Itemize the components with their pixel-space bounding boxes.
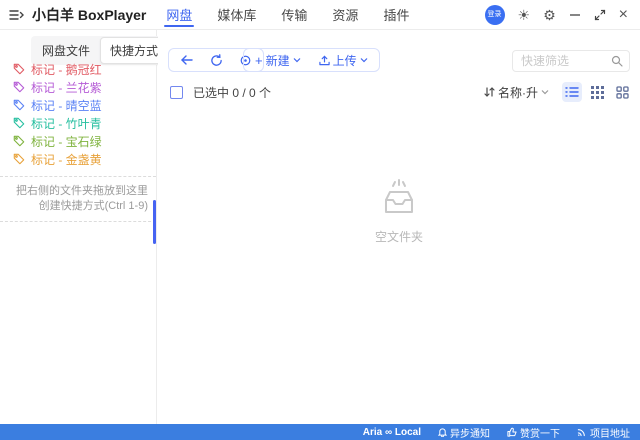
empty-folder-label: 空文件夹: [375, 228, 423, 245]
tag-label: 标记 - 竹叶青: [31, 115, 102, 132]
tag-item-green[interactable]: 标记 - 宝石绿: [0, 132, 156, 150]
collapse-sidebar-icon[interactable]: [4, 0, 30, 30]
sidebar: 网盘文件 快捷方式 标记 - 鹅冠红 标记 - 兰花紫 标记 - 晴空蓝 标记 …: [0, 30, 157, 424]
view-large-grid-button[interactable]: [612, 82, 632, 102]
selection-count: 已选中 0 / 0 个: [193, 84, 271, 101]
view-controls: 名称·升: [484, 82, 632, 102]
bell-icon: [438, 427, 447, 437]
theme-sun-icon[interactable]: ☀: [518, 8, 531, 22]
chevron-down-icon: [293, 57, 301, 63]
appreciate-icon: [507, 427, 517, 437]
sort-control[interactable]: 名称·升: [484, 84, 549, 101]
aria-local-status[interactable]: Aria ∞ Local: [363, 427, 421, 438]
tag-icon: [13, 117, 25, 129]
tag-label: 标记 - 鹅冠红: [31, 61, 102, 78]
window-controls: 登录 ☀ ⚙ ×: [485, 5, 640, 25]
new-button-label: 新建: [266, 52, 290, 69]
sort-arrows-icon: [484, 86, 495, 98]
quick-filter-input[interactable]: [513, 54, 611, 68]
nav-tab-resources[interactable]: 资源: [330, 0, 360, 30]
tag-icon: [13, 135, 25, 147]
tag-label: 标记 - 宝石绿: [31, 133, 102, 150]
new-button[interactable]: + 新建: [255, 52, 301, 69]
async-notify-link[interactable]: 异步通知: [438, 425, 490, 440]
settings-gear-icon[interactable]: ⚙: [543, 8, 556, 22]
tag-icon: [13, 63, 25, 75]
back-icon[interactable]: [180, 54, 194, 66]
sort-label: 名称·升: [498, 84, 538, 101]
shortcut-dropzone[interactable]: 把右侧的文件夹拖放到这里 创建快捷方式(Ctrl 1-9): [0, 176, 156, 222]
nav-tab-plugins[interactable]: 插件: [381, 0, 411, 30]
close-icon[interactable]: ×: [619, 7, 628, 23]
tag-item-yellow[interactable]: 标记 - 金盏黄: [0, 150, 156, 168]
dropzone-line1: 把右侧的文件夹拖放到这里: [0, 184, 148, 199]
project-site-label: 项目地址: [590, 425, 630, 440]
view-list-button[interactable]: [562, 82, 582, 102]
tag-label: 标记 - 晴空蓝: [31, 97, 102, 114]
sidebar-scrollbar-thumb[interactable]: [153, 200, 156, 244]
nav-tab-transfer[interactable]: 传输: [279, 0, 309, 30]
view-small-grid-button[interactable]: [587, 82, 607, 102]
large-grid-view-icon: [616, 86, 629, 99]
small-grid-view-icon: [591, 86, 604, 99]
project-site-link[interactable]: 项目地址: [577, 425, 630, 440]
login-button[interactable]: 登录: [485, 5, 505, 25]
tag-label: 标记 - 金盏黄: [31, 151, 102, 168]
file-panel: + 新建 上传 已选中 0 / 0 个 名称·升: [158, 30, 640, 424]
nav-tab-netdisk[interactable]: 网盘: [164, 0, 194, 30]
minimize-icon[interactable]: [569, 9, 581, 21]
titlebar: 小白羊 BoxPlayer 网盘 媒体库 传输 资源 插件 登录 ☀ ⚙ ×: [0, 0, 640, 30]
chevron-down-icon: [541, 89, 549, 95]
tag-icon: [13, 99, 25, 111]
async-notify-label: 异步通知: [450, 425, 490, 440]
app-title: 小白羊 BoxPlayer: [32, 5, 146, 25]
upload-button[interactable]: 上传: [319, 52, 368, 69]
tag-item-teal[interactable]: 标记 - 竹叶青: [0, 114, 156, 132]
aria-local-label: Aria ∞ Local: [363, 427, 421, 438]
empty-folder-icon: [378, 178, 420, 218]
main-nav: 网盘 媒体库 传输 资源 插件: [164, 0, 411, 30]
tag-item-blue[interactable]: 标记 - 晴空蓝: [0, 96, 156, 114]
list-view-icon: [565, 86, 579, 98]
quick-filter: [512, 50, 630, 72]
upload-button-label: 上传: [333, 52, 357, 69]
tag-item-red[interactable]: 标记 - 鹅冠红: [0, 60, 156, 78]
create-tool-group: + 新建 上传: [243, 48, 380, 72]
chevron-down-icon: [360, 57, 368, 63]
tag-list: 标记 - 鹅冠红 标记 - 兰花紫 标记 - 晴空蓝 标记 - 竹叶青 标记 -…: [0, 60, 156, 168]
select-all-checkbox[interactable]: [170, 86, 183, 99]
nav-tab-media-library[interactable]: 媒体库: [215, 0, 258, 30]
dropzone-line2: 创建快捷方式(Ctrl 1-9): [0, 199, 148, 214]
maximize-icon[interactable]: [594, 9, 606, 21]
refresh-icon[interactable]: [210, 54, 223, 67]
tag-item-purple[interactable]: 标记 - 兰花紫: [0, 78, 156, 96]
appreciate-label: 赞赏一下: [520, 425, 560, 440]
tag-icon: [13, 153, 25, 165]
tag-icon: [13, 81, 25, 93]
feed-icon: [577, 427, 587, 437]
upload-icon: [319, 55, 330, 66]
tag-label: 标记 - 兰花紫: [31, 79, 102, 96]
empty-state: 空文件夹: [375, 178, 423, 245]
search-icon[interactable]: [611, 55, 629, 67]
statusbar: Aria ∞ Local 异步通知 赞赏一下 项目地址: [0, 424, 640, 440]
plus-icon: +: [255, 53, 263, 68]
appreciate-link[interactable]: 赞赏一下: [507, 425, 560, 440]
selection-bar: 已选中 0 / 0 个 名称·升: [158, 80, 640, 104]
